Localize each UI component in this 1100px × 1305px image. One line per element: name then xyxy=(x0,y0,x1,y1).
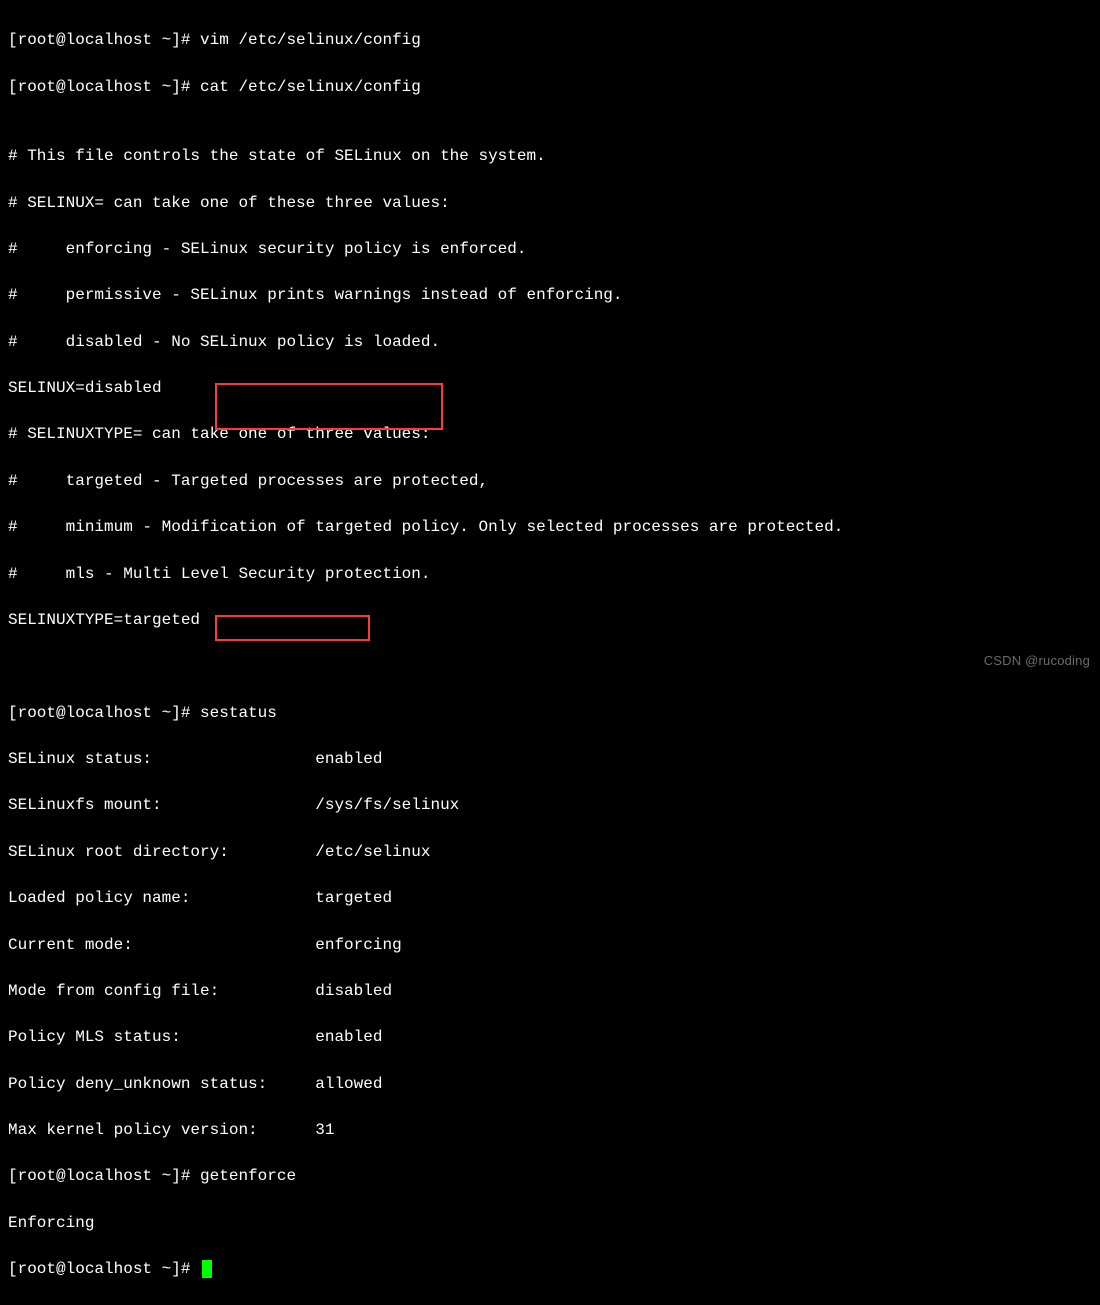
output-line: # mls - Multi Level Security protection. xyxy=(8,563,1092,586)
cmd-line-cat: [root@localhost ~]# cat /etc/selinux/con… xyxy=(8,76,1092,99)
cmd-line-sestatus: [root@localhost ~]# sestatus xyxy=(8,702,1092,725)
shell-prompt: [root@localhost ~]# xyxy=(8,1167,200,1185)
cursor-icon xyxy=(202,1260,212,1278)
output-line: SELinuxfs mount: /sys/fs/selinux xyxy=(8,794,1092,817)
shell-prompt: [root@localhost ~]# xyxy=(8,31,200,49)
output-line: # disabled - No SELinux policy is loaded… xyxy=(8,331,1092,354)
output-line: Mode from config file: disabled xyxy=(8,980,1092,1003)
shell-prompt: [root@localhost ~]# xyxy=(8,1260,200,1278)
output-line: # This file controls the state of SELinu… xyxy=(8,145,1092,168)
output-line: SELinux root directory: /etc/selinux xyxy=(8,841,1092,864)
output-line: SELINUX=disabled xyxy=(8,377,1092,400)
cmd-line-vim: [root@localhost ~]# vim /etc/selinux/con… xyxy=(8,29,1092,52)
output-line: Current mode: enforcing xyxy=(8,934,1092,957)
output-line: Policy deny_unknown status: allowed xyxy=(8,1073,1092,1096)
output-line: # SELINUXTYPE= can take one of three val… xyxy=(8,423,1092,446)
terminal-output[interactable]: [root@localhost ~]# vim /etc/selinux/con… xyxy=(8,6,1092,1305)
cmd-line-active[interactable]: [root@localhost ~]# xyxy=(8,1258,1092,1281)
cmd-line-getenforce: [root@localhost ~]# getenforce xyxy=(8,1165,1092,1188)
output-line: # permissive - SELinux prints warnings i… xyxy=(8,284,1092,307)
output-line: SELinux status: enabled xyxy=(8,748,1092,771)
command-text: getenforce xyxy=(200,1167,296,1185)
shell-prompt: [root@localhost ~]# xyxy=(8,78,200,96)
command-text: vim /etc/selinux/config xyxy=(200,31,421,49)
output-line: SELINUXTYPE=targeted xyxy=(8,609,1092,632)
shell-prompt: [root@localhost ~]# xyxy=(8,704,200,722)
output-line: # minimum - Modification of targeted pol… xyxy=(8,516,1092,539)
output-line: Max kernel policy version: 31 xyxy=(8,1119,1092,1142)
command-text: cat /etc/selinux/config xyxy=(200,78,421,96)
output-line: Loaded policy name: targeted xyxy=(8,887,1092,910)
output-line: Policy MLS status: enabled xyxy=(8,1026,1092,1049)
watermark-text: CSDN @rucoding xyxy=(984,652,1090,671)
output-line: # enforcing - SELinux security policy is… xyxy=(8,238,1092,261)
output-line: # targeted - Targeted processes are prot… xyxy=(8,470,1092,493)
output-line: # SELINUX= can take one of these three v… xyxy=(8,192,1092,215)
output-line: Enforcing xyxy=(8,1212,1092,1235)
command-text: sestatus xyxy=(200,704,277,722)
